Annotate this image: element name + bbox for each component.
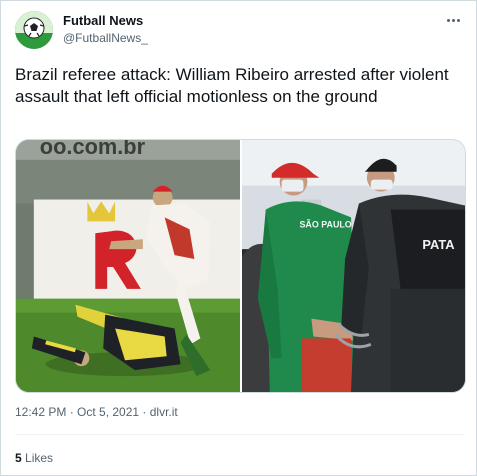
more-options-icon[interactable] <box>444 11 462 29</box>
author-name[interactable]: Futball News <box>63 13 143 28</box>
dot <box>456 18 460 22</box>
avatar[interactable] <box>15 11 53 49</box>
likes-link[interactable]: 5 Likes <box>15 451 53 465</box>
divider <box>15 434 464 435</box>
tweet-timestamp[interactable]: 12:42 PM · Oct 5, 2021 · dlvr.it <box>15 405 178 419</box>
vest-text: PATA <box>422 237 454 252</box>
dot <box>446 18 450 22</box>
referee-attack-photo[interactable]: oo.com.br <box>16 140 240 392</box>
tweet-card[interactable]: Futball News @FutballNews_ Brazil refere… <box>0 0 477 476</box>
shirt-text: SÃO PAULO <box>299 219 351 229</box>
likes-label: Likes <box>25 451 54 465</box>
tweet-text: Brazil referee attack: William Ribeiro a… <box>15 65 449 106</box>
player-arrest-photo[interactable]: SÃO PAULO PATA <box>242 140 465 392</box>
stadium-signage: oo.com.br <box>40 140 146 159</box>
dot <box>451 18 455 22</box>
author-handle[interactable]: @FutballNews_ <box>63 31 148 45</box>
likes-count: 5 <box>15 451 22 465</box>
soccer-ball-icon <box>15 11 53 49</box>
media-grid[interactable]: oo.com.br SÃO PAULO PATA <box>15 139 466 393</box>
